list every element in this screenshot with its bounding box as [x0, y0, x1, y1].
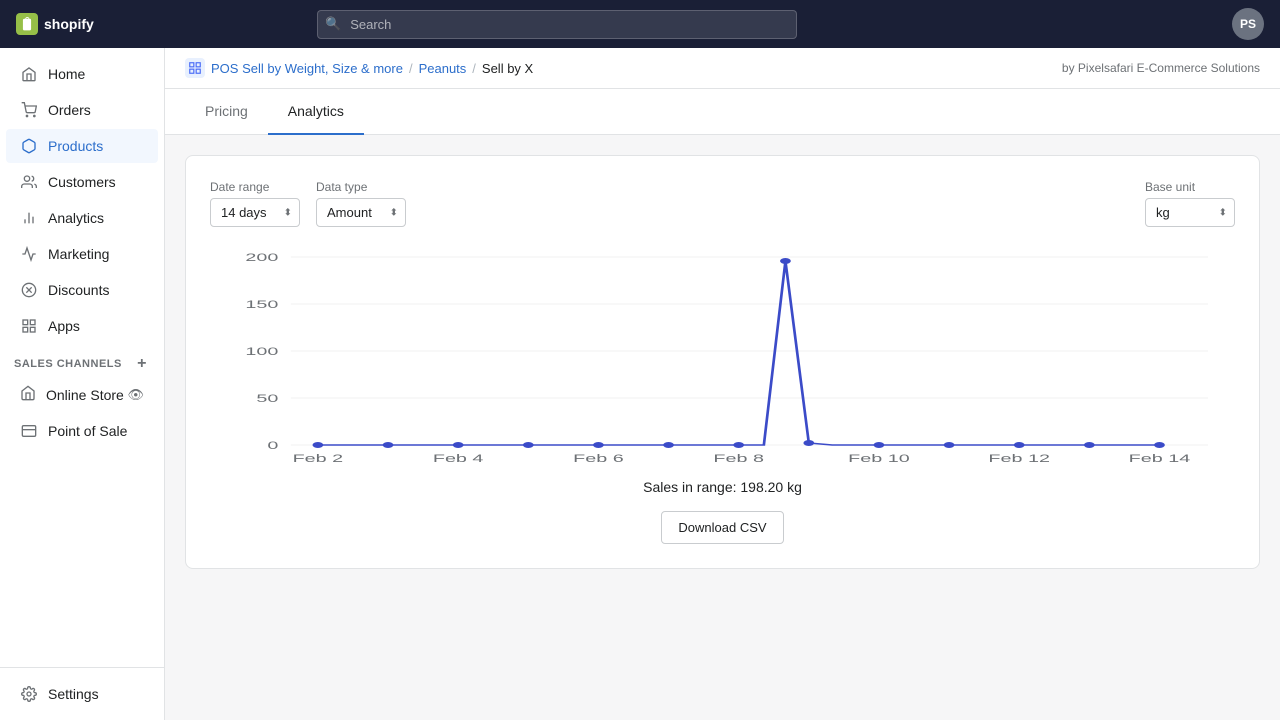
base-unit-select[interactable]: kg g lb oz	[1145, 198, 1235, 227]
sidebar-item-home[interactable]: Home	[6, 57, 158, 91]
sidebar-item-orders[interactable]: Orders	[6, 93, 158, 127]
date-range-label: Date range	[210, 180, 300, 194]
sidebar-item-marketing[interactable]: Marketing	[6, 237, 158, 271]
analytics-card: Date range 14 days 7 days 30 days 90 day…	[185, 155, 1260, 569]
breadcrumb: POS Sell by Weight, Size & more / Peanut…	[185, 58, 533, 78]
home-icon	[20, 65, 38, 83]
svg-text:Feb 14: Feb 14	[1129, 453, 1191, 465]
sidebar-label-home: Home	[48, 66, 85, 82]
sidebar-item-discounts[interactable]: Discounts	[6, 273, 158, 307]
sidebar-label-apps: Apps	[48, 318, 80, 334]
settings-label: Settings	[48, 686, 99, 702]
breadcrumb-peanuts[interactable]: Peanuts	[419, 61, 467, 76]
breadcrumb-sep-2: /	[472, 61, 476, 76]
base-unit-group: Base unit kg g lb oz	[1145, 180, 1235, 227]
sidebar-item-customers[interactable]: Customers	[6, 165, 158, 199]
date-range-select[interactable]: 14 days 7 days 30 days 90 days	[210, 198, 300, 227]
apps-icon	[20, 317, 38, 335]
sidebar-label-customers: Customers	[48, 174, 116, 190]
search-bar: 🔍	[317, 10, 797, 39]
sales-channels-label: SALES CHANNELS	[14, 358, 122, 370]
chart-container: 200 150 100 50 0 Feb 2 Feb 4 Feb 6 Feb 8…	[210, 247, 1235, 467]
svg-text:150: 150	[245, 299, 278, 311]
main-content: POS Sell by Weight, Size & more / Peanut…	[165, 48, 1280, 720]
by-text: by Pixelsafari E-Commerce Solutions	[1062, 61, 1260, 75]
download-csv-button[interactable]: Download CSV	[661, 511, 783, 544]
search-input[interactable]	[317, 10, 797, 39]
sales-channels-header: SALES CHANNELS +	[0, 344, 164, 376]
breadcrumb-sep-1: /	[409, 61, 413, 76]
sidebar-item-online-store[interactable]: Online Store 👁	[6, 377, 158, 412]
svg-text:Feb 2: Feb 2	[293, 453, 344, 465]
data-type-group: Data type Amount Count	[316, 180, 406, 227]
date-range-group: Date range 14 days 7 days 30 days 90 day…	[210, 180, 300, 227]
customers-icon	[20, 173, 38, 191]
tab-pricing[interactable]: Pricing	[185, 89, 268, 135]
date-range-select-wrap: 14 days 7 days 30 days 90 days	[210, 198, 300, 227]
svg-text:Feb 8: Feb 8	[713, 453, 764, 465]
data-type-select-wrap: Amount Count	[316, 198, 406, 227]
discounts-icon	[20, 281, 38, 299]
add-sales-channel-button[interactable]: +	[134, 356, 150, 372]
controls: Date range 14 days 7 days 30 days 90 day…	[210, 180, 1235, 227]
online-store-label: Online Store	[46, 387, 124, 403]
content-area: Date range 14 days 7 days 30 days 90 day…	[165, 135, 1280, 720]
base-unit-label: Base unit	[1145, 180, 1235, 194]
svg-text:Feb 12: Feb 12	[988, 453, 1050, 465]
shopify-bag-icon	[16, 13, 38, 35]
tab-analytics[interactable]: Analytics	[268, 89, 364, 135]
svg-text:Feb 6: Feb 6	[573, 453, 624, 465]
online-store-visibility-icon[interactable]: 👁	[127, 387, 144, 403]
sidebar-item-products[interactable]: Products	[6, 129, 158, 163]
sidebar-label-analytics: Analytics	[48, 210, 104, 226]
products-icon	[20, 137, 38, 155]
sidebar-label-discounts: Discounts	[48, 282, 109, 298]
analytics-icon	[20, 209, 38, 227]
data-type-select[interactable]: Amount Count	[316, 198, 406, 227]
sidebar: Home Orders Products Customers Analytics	[0, 48, 165, 720]
app-icon	[185, 58, 205, 78]
shopify-logo: shopify	[16, 13, 94, 35]
data-type-label: Data type	[316, 180, 406, 194]
svg-text:Feb 10: Feb 10	[848, 453, 910, 465]
sidebar-item-point-of-sale[interactable]: Point of Sale	[6, 414, 158, 448]
breadcrumb-app[interactable]: POS Sell by Weight, Size & more	[211, 61, 403, 76]
point-of-sale-label: Point of Sale	[48, 423, 127, 439]
svg-text:200: 200	[245, 252, 278, 264]
svg-text:100: 100	[245, 346, 278, 358]
breadcrumb-bar: POS Sell by Weight, Size & more / Peanut…	[165, 48, 1280, 89]
orders-icon	[20, 101, 38, 119]
summary-text: Sales in range: 198.20 kg	[210, 479, 1235, 495]
svg-text:50: 50	[256, 393, 278, 405]
download-btn-wrap: Download CSV	[210, 511, 1235, 544]
sidebar-label-marketing: Marketing	[48, 246, 109, 262]
analytics-chart: 200 150 100 50 0 Feb 2 Feb 4 Feb 6 Feb 8…	[210, 247, 1235, 467]
sidebar-label-products: Products	[48, 138, 103, 154]
svg-text:0: 0	[267, 440, 278, 452]
point-of-sale-icon	[20, 422, 38, 440]
search-icon: 🔍	[325, 16, 341, 32]
tabs: Pricing Analytics	[165, 89, 1280, 135]
sidebar-item-apps[interactable]: Apps	[6, 309, 158, 343]
marketing-icon	[20, 245, 38, 263]
sidebar-label-orders: Orders	[48, 102, 91, 118]
online-store-icon	[20, 385, 36, 404]
breadcrumb-current: Sell by X	[482, 61, 533, 76]
sidebar-item-settings[interactable]: Settings	[6, 677, 158, 711]
sidebar-item-analytics[interactable]: Analytics	[6, 201, 158, 235]
base-unit-select-wrap: kg g lb oz	[1145, 198, 1235, 227]
topbar: shopify 🔍 PS	[0, 0, 1280, 48]
shopify-text: shopify	[44, 16, 94, 32]
avatar[interactable]: PS	[1232, 8, 1264, 40]
svg-text:Feb 4: Feb 4	[433, 453, 484, 465]
settings-icon	[20, 685, 38, 703]
